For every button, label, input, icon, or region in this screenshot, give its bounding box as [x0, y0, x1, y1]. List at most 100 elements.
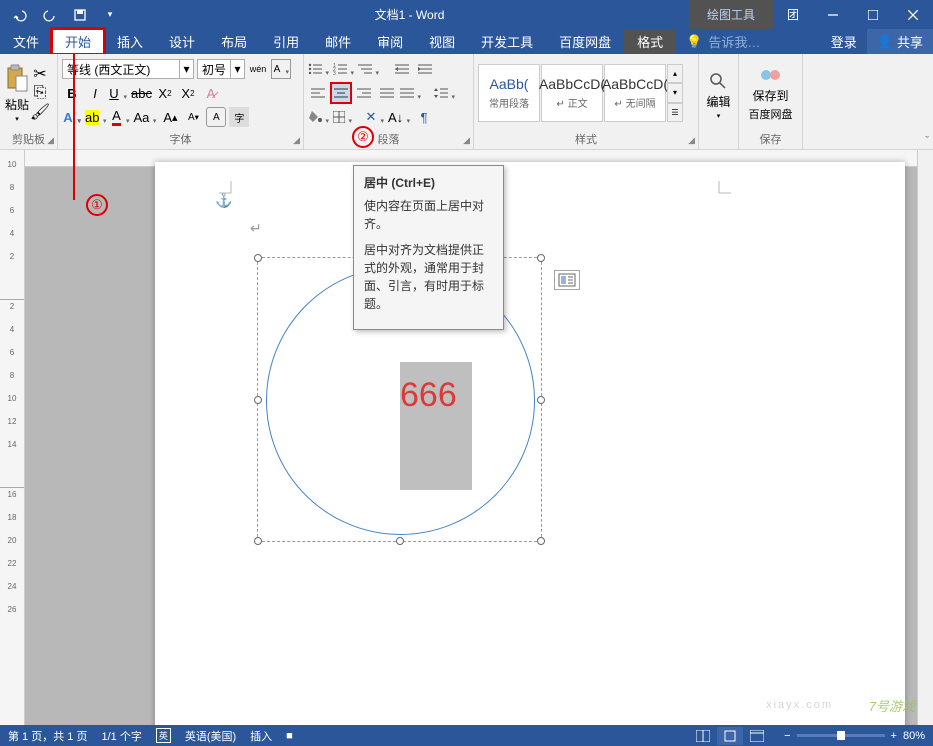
asian-layout-button[interactable]: ✕▾	[365, 107, 385, 127]
login-button[interactable]: 登录	[821, 29, 867, 54]
gallery-up[interactable]: ▴	[667, 64, 683, 83]
share-button[interactable]: 👤 共享	[867, 29, 933, 54]
font-size-combo[interactable]: 初号▾	[197, 59, 245, 79]
font-color-button[interactable]: A▾	[110, 107, 130, 127]
resize-handle-br[interactable]	[537, 537, 545, 545]
increase-indent-button[interactable]	[415, 59, 435, 79]
justify-button[interactable]	[377, 83, 397, 103]
align-right-button[interactable]	[354, 83, 374, 103]
tab-baidu[interactable]: 百度网盘	[546, 29, 624, 54]
format-painter-button[interactable]: 🖌	[32, 104, 48, 120]
multilevel-list-button[interactable]: ▾	[358, 59, 380, 79]
redo-button[interactable]	[36, 3, 64, 27]
font-name-combo[interactable]: 等线 (西文正文)▾	[62, 59, 194, 79]
tab-insert[interactable]: 插入	[104, 29, 156, 54]
tab-developer[interactable]: 开发工具	[468, 29, 546, 54]
shape-text[interactable]: 666	[400, 376, 457, 415]
resize-handle-mr[interactable]	[537, 396, 545, 404]
tab-view[interactable]: 视图	[416, 29, 468, 54]
zoom-in-button[interactable]: +	[891, 730, 897, 742]
shrink-font-button[interactable]: A▾	[183, 107, 203, 127]
highlight-button[interactable]: ab▾	[85, 107, 107, 127]
collapse-ribbon-button[interactable]: ˇ	[925, 135, 929, 147]
underline-button[interactable]: U▾	[108, 83, 128, 103]
strikethrough-button[interactable]: abc	[131, 83, 152, 103]
text-effects-button[interactable]: A▾	[62, 107, 82, 127]
paste-button[interactable]: 粘贴 ▾	[4, 64, 30, 123]
tab-references[interactable]: 引用	[260, 29, 312, 54]
close-button[interactable]	[893, 0, 933, 29]
superscript-button[interactable]: X2	[178, 83, 198, 103]
styles-dialog-launcher[interactable]: ◢	[688, 135, 695, 146]
resize-handle-bm[interactable]	[396, 537, 404, 545]
line-spacing-button[interactable]: ▾	[434, 83, 456, 103]
sort-button[interactable]: A↓▾	[388, 107, 411, 127]
view-read-button[interactable]	[690, 727, 716, 745]
status-lang[interactable]: 英语(美国)	[185, 728, 236, 744]
zoom-out-button[interactable]: −	[784, 730, 790, 742]
change-case-button[interactable]: Aa▾	[133, 107, 157, 127]
shading-button[interactable]: ▾	[308, 107, 330, 127]
tab-design[interactable]: 设计	[156, 29, 208, 54]
decrease-indent-button[interactable]	[392, 59, 412, 79]
clear-formatting-button[interactable]: A̷	[201, 83, 221, 103]
style-item-0[interactable]: AaBb(常用段落	[478, 64, 540, 122]
find-button[interactable]: 编辑 ▾	[706, 71, 730, 120]
resize-handle-tr[interactable]	[537, 254, 545, 262]
align-center-button[interactable]	[331, 83, 351, 103]
tab-home[interactable]: 开始	[52, 29, 104, 54]
numbering-button[interactable]: 123▾	[333, 59, 355, 79]
status-page[interactable]: 第 1 页，共 1 页	[8, 728, 87, 744]
tell-me-search[interactable]: 💡 告诉我…	[676, 29, 821, 54]
status-record[interactable]: ■	[286, 730, 293, 742]
tab-layout[interactable]: 布局	[208, 29, 260, 54]
align-left-button[interactable]	[308, 83, 328, 103]
resize-handle-tl[interactable]	[254, 254, 262, 262]
tab-mailings[interactable]: 邮件	[312, 29, 364, 54]
paragraph-dialog-launcher[interactable]: ◢	[463, 135, 470, 146]
layout-options-button[interactable]	[554, 270, 580, 290]
style-item-1[interactable]: AaBbCcD(↵ 正文	[541, 64, 603, 122]
show-marks-button[interactable]: ¶	[414, 107, 434, 127]
minimize-button[interactable]	[813, 0, 853, 29]
undo-button[interactable]	[6, 3, 34, 27]
cut-button[interactable]: ✂	[32, 66, 48, 82]
status-words[interactable]: 1/1 个字	[101, 728, 141, 744]
char-border-button[interactable]: A▾	[271, 59, 291, 79]
bold-button[interactable]: B	[62, 83, 82, 103]
tab-format[interactable]: 格式	[624, 29, 676, 54]
zoom-slider[interactable]	[797, 734, 885, 737]
gallery-more[interactable]: ☰	[667, 103, 683, 122]
save-to-baidu-button[interactable]: 保存到 百度网盘	[749, 65, 793, 122]
style-item-2[interactable]: AaBbCcD(↵ 无间隔	[604, 64, 666, 122]
resize-handle-bl[interactable]	[254, 537, 262, 545]
enclosed-char-button[interactable]: A	[206, 107, 226, 127]
vertical-ruler[interactable]: 108642 2468101214 161820222426	[0, 150, 25, 725]
tab-review[interactable]: 审阅	[364, 29, 416, 54]
distribute-button[interactable]: ▾	[400, 83, 422, 103]
gallery-down[interactable]: ▾	[667, 83, 683, 102]
borders-button[interactable]: ▾	[333, 107, 353, 127]
font-dialog-launcher[interactable]: ◢	[293, 135, 300, 146]
italic-button[interactable]: I	[85, 83, 105, 103]
zoom-percent[interactable]: 80%	[903, 730, 925, 742]
char-shading-button[interactable]: 字	[229, 107, 249, 127]
save-button[interactable]	[66, 3, 94, 27]
grow-font-button[interactable]: A▴	[160, 107, 180, 127]
vertical-scrollbar[interactable]	[917, 150, 933, 725]
qat-customize[interactable]: ▾	[96, 3, 124, 27]
tab-file[interactable]: 文件	[0, 29, 52, 54]
bullets-button[interactable]: ▾	[308, 59, 330, 79]
view-print-button[interactable]	[717, 727, 743, 745]
subscript-button[interactable]: X2	[155, 83, 175, 103]
clipboard-dialog-launcher[interactable]: ◢	[47, 135, 54, 146]
document-page[interactable]: ⚓ ↵ 666	[155, 162, 905, 725]
resize-handle-ml[interactable]	[254, 396, 262, 404]
ribbon-mode-button[interactable]: 团	[773, 0, 813, 29]
copy-button[interactable]: ⎘	[32, 85, 48, 101]
status-mode[interactable]: 插入	[250, 728, 272, 744]
view-web-button[interactable]	[744, 727, 770, 745]
maximize-button[interactable]	[853, 0, 893, 29]
lightbulb-icon: 💡	[686, 34, 702, 50]
phonetic-guide-button[interactable]: wén	[248, 59, 268, 79]
